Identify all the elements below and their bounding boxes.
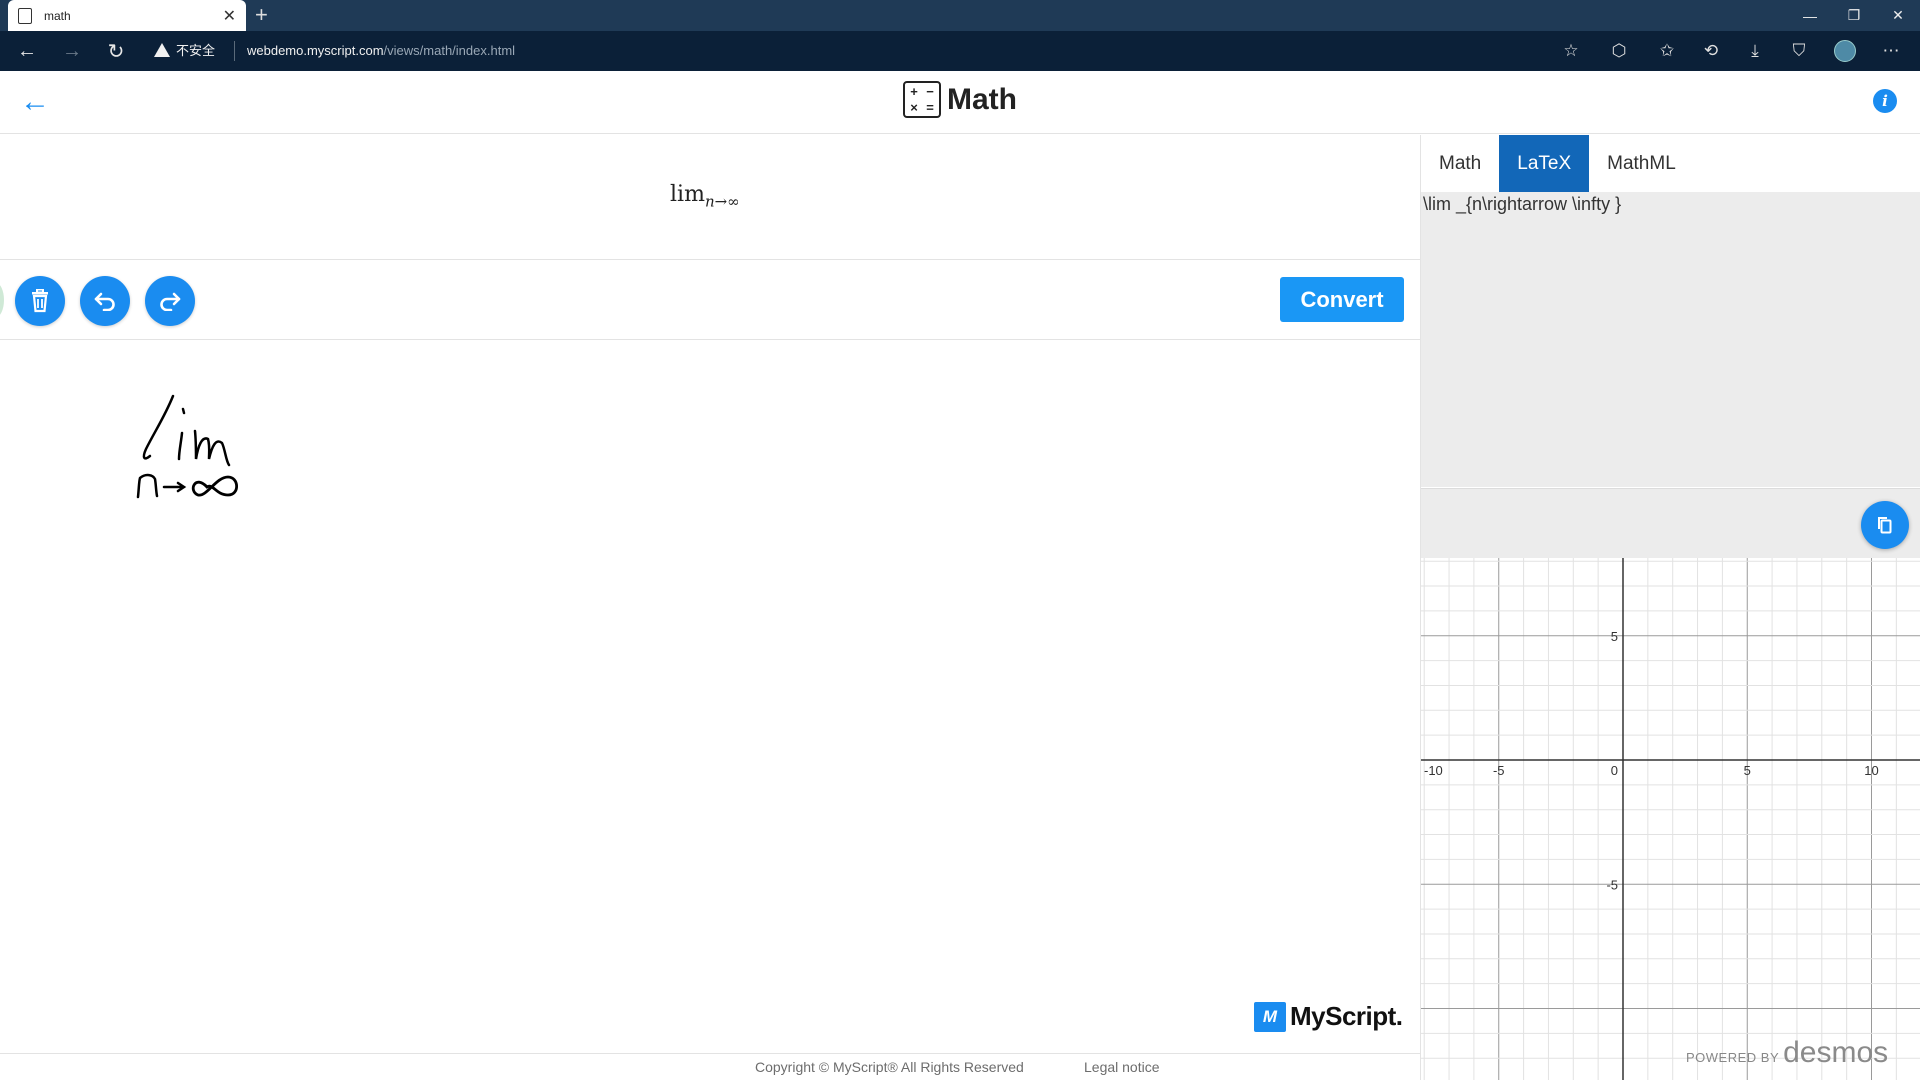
browser-tab[interactable]: math ✕ <box>8 0 246 31</box>
ink-stroke-n <box>136 473 159 499</box>
more-menu-icon[interactable]: ⋯ <box>1873 31 1909 71</box>
redo-icon <box>160 292 181 311</box>
refresh-icon[interactable]: ↻ <box>98 31 134 71</box>
x-tick-label: 10 <box>1864 763 1878 778</box>
collections-icon[interactable]: ⛉ <box>1781 31 1817 71</box>
browser-tabbar: math ✕ + — ❐ ✕ <box>0 0 1920 31</box>
result-preview: limn→∞ <box>0 135 1420 260</box>
logo-equals: = <box>926 100 934 115</box>
tab-title: math <box>44 8 71 23</box>
footer: Copyright © MyScript® All Rights Reserve… <box>0 1053 1420 1080</box>
app-title: Math <box>947 82 1017 116</box>
history-icon[interactable]: ⟲ <box>1693 31 1729 71</box>
close-window-icon[interactable]: ✕ <box>1876 0 1920 31</box>
output-panel: Math LaTeX MathML \lim _{n\rightarrow \i… <box>1420 135 1920 1080</box>
x-tick-label: -5 <box>1493 763 1505 778</box>
desmos-logo: desmos <box>1783 1036 1889 1069</box>
tab-mathml[interactable]: MathML <box>1589 135 1694 192</box>
side-handle[interactable] <box>0 283 4 317</box>
back-icon[interactable]: ← <box>9 31 45 71</box>
x-tick-label: 5 <box>1744 763 1751 778</box>
app-brand: + − × = Math <box>903 81 1017 118</box>
myscript-wordmark: MyScript. <box>1290 1001 1403 1031</box>
minimize-icon[interactable]: — <box>1788 0 1832 31</box>
new-tab-icon[interactable]: + <box>255 2 268 28</box>
x-tick-label: 0 <box>1611 763 1618 778</box>
copy-button[interactable] <box>1861 501 1909 549</box>
trash-icon <box>32 289 48 313</box>
download-icon[interactable]: ⤓ <box>1737 31 1773 71</box>
myscript-logo: M MyScript. <box>1254 1001 1403 1032</box>
graph-view[interactable]: -10 -5 0 5 10 5 -5 POWERED BY desmos <box>1421 558 1920 1080</box>
y-tick-label: 5 <box>1611 629 1618 644</box>
close-tab-icon[interactable]: ✕ <box>223 6 236 26</box>
copyright-text: Copyright © MyScript® All Rights Reserve… <box>755 1059 1024 1075</box>
ink-stroke-m <box>193 429 231 467</box>
back-arrow-icon[interactable]: ← <box>20 85 50 119</box>
x-tick-label: -10 <box>1424 763 1443 778</box>
writing-canvas[interactable]: M MyScript. <box>0 341 1420 1053</box>
security-warning[interactable]: 不安全 <box>154 40 215 59</box>
expr-main: lim <box>670 182 705 207</box>
logo-minus: − <box>926 84 934 99</box>
undo-button[interactable] <box>80 276 130 326</box>
profile-avatar[interactable] <box>1834 40 1856 62</box>
security-label: 不安全 <box>176 43 216 58</box>
url-path: /views/math/index.html <box>383 43 516 58</box>
restore-icon[interactable]: ❐ <box>1832 0 1876 31</box>
tab-latex[interactable]: LaTeX <box>1499 135 1590 192</box>
latex-output[interactable]: \lim _{n\rightarrow \infty } <box>1421 192 1920 487</box>
app-header: ← + − × = Math i <box>0 71 1920 134</box>
logo-plus: + <box>910 84 918 99</box>
divider <box>234 41 235 61</box>
page-icon <box>18 7 32 24</box>
address-bar: ← → ↻ 不安全 webdemo.myscript.com/views/mat… <box>0 31 1920 71</box>
editor-toolbar: Convert <box>0 261 1420 340</box>
favorites-icon[interactable]: ✩ <box>1649 31 1685 71</box>
graph-grid: -10 -5 0 5 10 5 -5 <box>1421 558 1920 1080</box>
warning-icon <box>154 42 170 57</box>
redo-button[interactable] <box>145 276 195 326</box>
ink-stroke-i <box>177 431 184 461</box>
logo-times: × <box>910 100 918 115</box>
extensions-icon[interactable]: ⬡ <box>1601 31 1637 71</box>
info-icon[interactable]: i <box>1873 89 1897 113</box>
url-field[interactable]: webdemo.myscript.com/views/math/index.ht… <box>247 43 515 58</box>
calculator-icon: + − × = <box>903 81 941 118</box>
output-tabs: Math LaTeX MathML <box>1421 135 1920 192</box>
rendered-expression: limn→∞ <box>670 182 740 210</box>
expr-subscript: n→∞ <box>704 192 740 211</box>
copy-area <box>1421 488 1920 558</box>
favorite-add-icon[interactable]: ☆ <box>1553 31 1589 71</box>
latex-code: \lim _{n\rightarrow \infty } <box>1423 194 1622 214</box>
undo-icon <box>94 292 115 311</box>
url-host: webdemo.myscript.com <box>247 43 384 58</box>
ink-stroke-arrow <box>162 481 187 493</box>
copy-icon <box>1878 517 1892 534</box>
ink-stroke-dot <box>181 407 186 415</box>
y-tick-label: -5 <box>1606 877 1618 892</box>
forward-icon[interactable]: → <box>54 31 90 71</box>
clear-button[interactable] <box>15 276 65 326</box>
ink-stroke-l <box>142 394 175 460</box>
ink-stroke-infinity <box>191 475 239 497</box>
desmos-attribution: POWERED BY desmos <box>1686 1036 1888 1070</box>
handwriting-strokes <box>136 394 239 499</box>
powered-by-text: POWERED BY <box>1686 1050 1780 1065</box>
myscript-mark: M <box>1254 1001 1286 1032</box>
convert-button[interactable]: Convert <box>1280 277 1404 322</box>
legal-notice-link[interactable]: Legal notice <box>1084 1059 1160 1075</box>
tab-math[interactable]: Math <box>1421 135 1499 192</box>
